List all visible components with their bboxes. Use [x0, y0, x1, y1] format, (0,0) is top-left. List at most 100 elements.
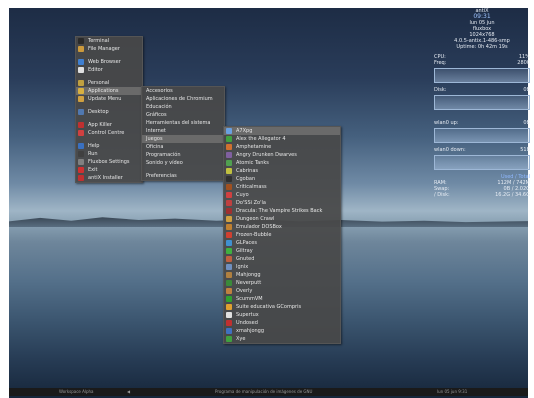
app-icon	[78, 88, 84, 94]
menu-item[interactable]: Personal	[76, 79, 142, 87]
app-icon	[226, 336, 232, 342]
menu-item[interactable]: Internet	[142, 127, 224, 135]
menu-item[interactable]: Undosed	[224, 319, 340, 327]
app-icon	[226, 224, 232, 230]
app-icon	[226, 240, 232, 246]
menu-item[interactable]: Terminal	[76, 37, 142, 45]
menu-item-label: Sonido y vídeo	[146, 160, 183, 166]
menu-item-label: Criticalmass	[236, 184, 267, 190]
menu-item-label: Neverputt	[236, 280, 262, 286]
menu-item[interactable]: Amphetamine	[224, 143, 340, 151]
workspace-name[interactable]: Workspace Alpha	[59, 388, 94, 396]
app-icon	[226, 200, 232, 206]
app-icon	[226, 152, 232, 158]
menu-item[interactable]: Cuyo	[224, 191, 340, 199]
app-icon	[226, 320, 232, 326]
app-icon	[226, 144, 232, 150]
menu-item[interactable]: Editor	[76, 66, 142, 74]
app-icon	[226, 136, 232, 142]
menu-item[interactable]: Accesorios	[142, 87, 224, 95]
menu-item[interactable]: Angry Drunken Dwarves	[224, 151, 340, 159]
menu-item[interactable]: Applications	[76, 87, 142, 95]
menu-item[interactable]: Mahjongg	[224, 271, 340, 279]
menu-item[interactable]: Ignix	[224, 263, 340, 271]
app-icon	[226, 216, 232, 222]
menu-item[interactable]: Juegos	[142, 135, 224, 143]
menu-item[interactable]: Web Browser	[76, 58, 142, 66]
games-submenu: A7Xpg Alex the Allegator 4 Amphetamine Angr…	[223, 126, 341, 344]
menu-item[interactable]: A7Xpg	[224, 127, 340, 135]
menu-item[interactable]: Xye	[224, 335, 340, 343]
menu-item[interactable]: File Manager	[76, 45, 142, 53]
freq-label: Freq:	[434, 60, 447, 66]
menu-item[interactable]: xmahjongg	[224, 327, 340, 335]
menu-item[interactable]: Fluxbox Settings	[76, 158, 142, 166]
menu-item[interactable]: Giltray	[224, 247, 340, 255]
menu-item[interactable]: Dungeon Crawl	[224, 215, 340, 223]
app-icon	[226, 192, 232, 198]
app-icon	[226, 128, 232, 134]
freq-value: 2800	[517, 60, 530, 66]
root-disk-label: / Disk:	[434, 192, 450, 198]
menu-item-label: Internet	[146, 128, 166, 134]
menu-item[interactable]: Exit	[76, 166, 142, 174]
menu-item[interactable]: Frozen-Bubble	[224, 231, 340, 239]
menu-item[interactable]: Control Centre	[76, 129, 142, 137]
menu-item-label: Cuyo	[236, 192, 249, 198]
menu-item[interactable]: Supertux	[224, 311, 340, 319]
menu-item[interactable]: Run	[76, 150, 142, 158]
menu-item-label: Mahjongg	[236, 272, 261, 278]
menu-item-label: Educación	[146, 104, 172, 110]
menu-item-label: Control Centre	[88, 130, 125, 136]
workspace-arrow-icon[interactable]: ◀	[127, 388, 130, 396]
menu-item[interactable]: Sonido y vídeo	[142, 159, 224, 167]
app-icon	[78, 130, 84, 136]
menu-item[interactable]: Update Menu	[76, 95, 142, 103]
menu-item[interactable]: Emulador DOSBox	[224, 223, 340, 231]
menu-item[interactable]: GLPaces	[224, 239, 340, 247]
menu-item[interactable]: Help	[76, 142, 142, 150]
menu-item[interactable]: Overly	[224, 287, 340, 295]
menu-item[interactable]: App Killer	[76, 121, 142, 129]
menu-item[interactable]: Desktop	[76, 108, 142, 116]
menu-item[interactable]: antiX Installer	[76, 174, 142, 182]
menu-item[interactable]: Alex the Allegator 4	[224, 135, 340, 143]
menu-item[interactable]: Cgoban	[224, 175, 340, 183]
menu-item-label: Help	[88, 143, 100, 149]
active-window-title[interactable]: Programa de manipulación de imágenes de …	[215, 388, 312, 396]
menu-item-label: Update Menu	[88, 96, 122, 102]
menu-item-label: Aplicaciones de Chromium	[146, 96, 213, 102]
menu-item[interactable]: Suite educativa GCompris	[224, 303, 340, 311]
wlan-up-graph	[434, 128, 530, 143]
menu-item-label: Supertux	[236, 312, 259, 318]
menu-item[interactable]: Educación	[142, 103, 224, 111]
menu-item[interactable]: Gnuted	[224, 255, 340, 263]
menu-item-label: Applications	[88, 88, 119, 94]
menu-item-label: Gráficos	[146, 112, 167, 118]
menu-item[interactable]: Oficina	[142, 143, 224, 151]
menu-item[interactable]: ScummVM	[224, 295, 340, 303]
menu-item[interactable]: Do'SSi Zo'la	[224, 199, 340, 207]
menu-item[interactable]: Atomic Tanks	[224, 159, 340, 167]
menu-item[interactable]: Preferencias	[142, 172, 224, 180]
menu-item[interactable]: Herramientas del sistema	[142, 119, 224, 127]
menu-item[interactable]: Neverputt	[224, 279, 340, 287]
app-icon	[78, 167, 84, 173]
menu-item[interactable]: Criticalmass	[224, 183, 340, 191]
menu-item-label: App Killer	[88, 122, 112, 128]
app-icon	[78, 122, 84, 128]
menu-item[interactable]: Dracula: The Vampire Strikes Back	[224, 207, 340, 215]
menu-item-label: Emulador DOSBox	[236, 224, 282, 230]
menu-item[interactable]: Aplicaciones de Chromium	[142, 95, 224, 103]
taskbar: Workspace Alpha ◀ Programa de manipulaci…	[9, 388, 528, 396]
menu-item[interactable]: Programación	[142, 151, 224, 159]
menu-item[interactable]: Cabrinas	[224, 167, 340, 175]
menu-item-label: A7Xpg	[236, 128, 253, 134]
menu-item-label: Suite educativa GCompris	[236, 304, 302, 310]
menu-item-label: Frozen-Bubble	[236, 232, 272, 238]
app-icon	[226, 296, 232, 302]
menu-item[interactable]: Gráficos	[142, 111, 224, 119]
app-icon	[78, 175, 84, 181]
menu-item-label: Programación	[146, 152, 181, 158]
menu-item-label: Overly	[236, 288, 253, 294]
